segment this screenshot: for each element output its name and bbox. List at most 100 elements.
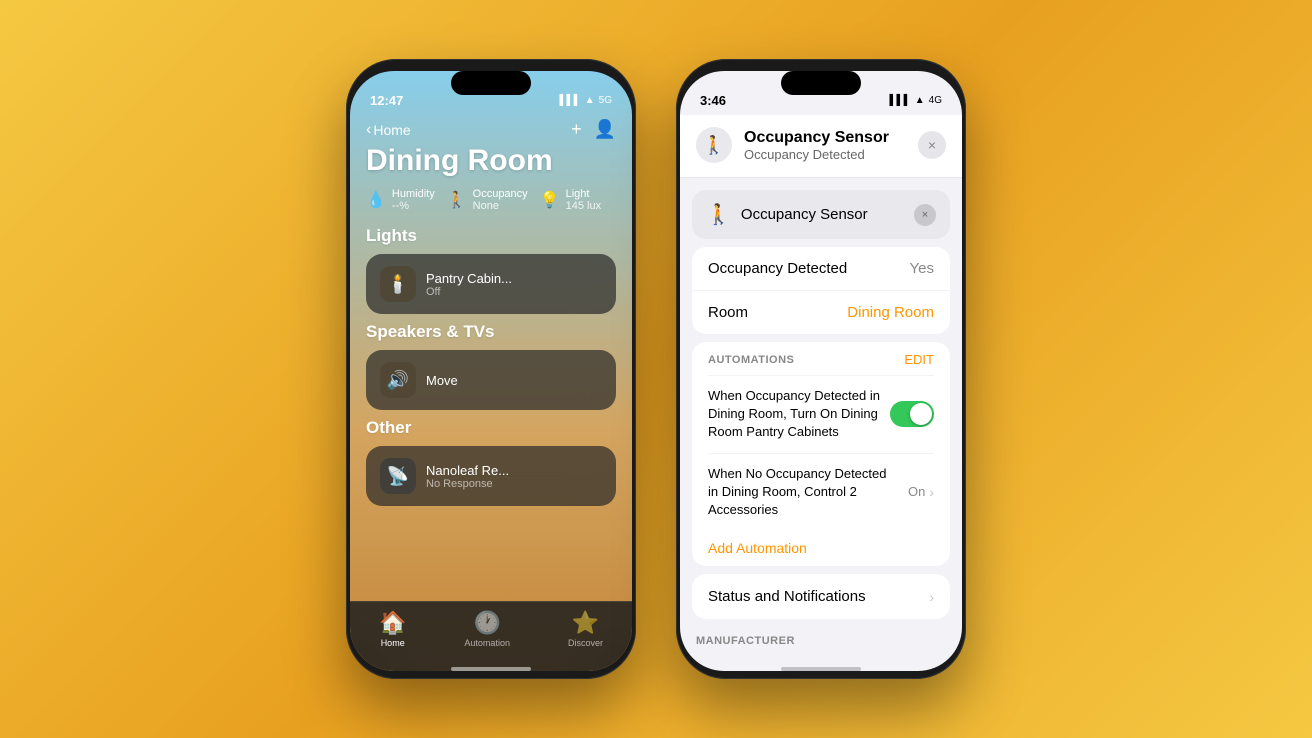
detail-close-button[interactable]: × xyxy=(918,131,946,159)
dynamic-island-2 xyxy=(781,71,861,95)
pantry-cabinet-card[interactable]: 🕯️ Pantry Cabin... Off xyxy=(366,254,616,314)
tab-automation[interactable]: 🕐 Automation xyxy=(464,610,510,648)
automation-row-2[interactable]: When No Occupancy Detected in Dining Roo… xyxy=(708,454,934,531)
status-time-2: 3:46 xyxy=(700,93,726,108)
pantry-info: Pantry Cabin... Off xyxy=(426,271,602,298)
humidity-label: Humidity xyxy=(392,188,435,200)
sensor-row-1: 💧 Humidity --% 🚶 Occupancy None 💡 xyxy=(366,188,616,212)
back-chevron-icon: ‹ xyxy=(366,121,371,139)
home-tab-label: Home xyxy=(381,638,405,648)
nanoleaf-status: No Response xyxy=(426,478,602,490)
sensor-card-label: Occupancy Sensor xyxy=(741,206,904,223)
manufacturer-title: MANUFACTURER xyxy=(692,627,950,651)
detail-subtitle: Occupancy Detected xyxy=(744,147,906,162)
sensor-card-icon: 🚶 xyxy=(706,202,731,227)
automations-title: AUTOMATIONS xyxy=(708,354,794,366)
status-row: Status and Notifications › xyxy=(692,574,950,619)
phone-2: 3:46 ▌▌▌ ▲ 4G 🚶 Occupancy Sensor Occupan… xyxy=(676,59,966,679)
battery-icon-2: 4G xyxy=(929,95,942,106)
home-indicator-1 xyxy=(451,667,531,671)
home-indicator-2 xyxy=(781,667,861,671)
humidity-sensor: 💧 Humidity --% xyxy=(366,188,435,212)
nanoleaf-card[interactable]: 📡 Nanoleaf Re... No Response xyxy=(366,446,616,506)
battery-icon-1: 5G xyxy=(599,95,612,106)
on-text-2: On xyxy=(908,484,925,499)
back-label-1: Home xyxy=(373,122,410,138)
nanoleaf-name: Nanoleaf Re... xyxy=(426,463,602,478)
nanoleaf-info: Nanoleaf Re... No Response xyxy=(426,463,602,490)
light-sensor-small: 💡 Light 145 lux xyxy=(540,188,601,212)
status-notifications-section[interactable]: Status and Notifications › xyxy=(692,574,950,619)
toggle-knob-1 xyxy=(910,403,932,425)
people-icon-1[interactable]: 👤 xyxy=(594,119,616,140)
humidity-value: --% xyxy=(392,200,435,212)
automation-row-1[interactable]: When Occupancy Detected in Dining Room, … xyxy=(708,376,934,454)
add-icon-1[interactable]: + xyxy=(571,119,582,140)
detail-header: 🚶 Occupancy Sensor Occupancy Detected × xyxy=(680,115,962,178)
occupancy-label-small: Occupancy xyxy=(473,188,528,200)
speaker-icon-wrap: 🔊 xyxy=(380,362,416,398)
humidity-icon: 💧 xyxy=(366,190,386,210)
pantry-name: Pantry Cabin... xyxy=(426,271,602,286)
tab-discover[interactable]: ⭐ Discover xyxy=(568,610,603,648)
status-notifications-label: Status and Notifications xyxy=(708,588,866,605)
move-speaker-card[interactable]: 🔊 Move xyxy=(366,350,616,410)
phone-1: 12:47 ▌▌▌ ▲ 5G ‹ Home + 👤 Dining Room xyxy=(346,59,636,679)
light-value-small: 145 lux xyxy=(566,200,601,212)
other-section-title: Other xyxy=(366,418,616,438)
occupancy-sensor-small: 🚶 Occupancy None xyxy=(447,188,528,212)
nanoleaf-icon-wrap: 📡 xyxy=(380,458,416,494)
sensor-card-close-button[interactable]: × xyxy=(914,204,936,226)
automations-header: AUTOMATIONS EDIT xyxy=(708,342,934,376)
tab-home[interactable]: 🏠 Home xyxy=(379,610,406,648)
detail-header-icon: 🚶 xyxy=(696,127,732,163)
wifi-icon-1: ▲ xyxy=(585,95,595,106)
light-icon-small: 💡 xyxy=(540,190,560,210)
room-value: Dining Room xyxy=(847,304,934,321)
pantry-icon-wrap: 🕯️ xyxy=(380,266,416,302)
room-row[interactable]: Room Dining Room xyxy=(692,291,950,334)
wifi-icon-2: ▲ xyxy=(915,95,925,106)
light-label-small: Light xyxy=(566,188,601,200)
phone1-content: ‹ Home + 👤 Dining Room 💧 Humidity --% xyxy=(350,115,632,506)
status-icons-1: ▌▌▌ ▲ 5G xyxy=(559,95,612,106)
status-icons-2: ▌▌▌ ▲ 4G xyxy=(889,95,942,106)
occupancy-detected-row: Occupancy Detected Yes xyxy=(692,247,950,291)
occupancy-value-small: None xyxy=(473,200,528,212)
automation-tab-icon: 🕐 xyxy=(473,610,500,636)
nav-bar-1: ‹ Home + 👤 xyxy=(366,115,616,142)
automation-on-chevron-2: On › xyxy=(908,484,934,500)
automations-section: AUTOMATIONS EDIT When Occupancy Detected… xyxy=(692,342,950,566)
discover-tab-icon: ⭐ xyxy=(572,610,599,636)
manufacturer-section: MANUFACTURER xyxy=(692,627,950,655)
speaker-name: Move xyxy=(426,373,602,388)
automation-text-1: When Occupancy Detected in Dining Room, … xyxy=(708,387,880,442)
detail-title: Occupancy Sensor xyxy=(744,129,906,147)
occupancy-detected-value: Yes xyxy=(910,260,934,277)
signal-icon-1: ▌▌▌ xyxy=(559,95,580,106)
back-button-1[interactable]: ‹ Home xyxy=(366,121,411,139)
tab-bar-1: 🏠 Home 🕐 Automation ⭐ Discover xyxy=(350,601,632,671)
automation-text-2: When No Occupancy Detected in Dining Roo… xyxy=(708,465,898,520)
dynamic-island-1 xyxy=(451,71,531,95)
occupancy-detected-label: Occupancy Detected xyxy=(708,260,847,277)
lights-section-title: Lights xyxy=(366,226,616,246)
detail-title-wrap: Occupancy Sensor Occupancy Detected xyxy=(744,129,906,162)
chevron-right-icon-2: › xyxy=(929,484,934,500)
occupancy-icon-small: 🚶 xyxy=(447,190,467,210)
automation-toggle-1[interactable] xyxy=(890,401,934,427)
home-tab-icon: 🏠 xyxy=(379,610,406,636)
occupancy-sensor-card: 🚶 Occupancy Sensor × xyxy=(692,190,950,239)
signal-icon-2: ▌▌▌ xyxy=(889,95,910,106)
nav-actions-1: + 👤 xyxy=(571,119,616,140)
info-section: Occupancy Detected Yes Room Dining Room xyxy=(692,247,950,334)
status-chevron-icon: › xyxy=(929,589,934,605)
speaker-info: Move xyxy=(426,373,602,388)
status-time-1: 12:47 xyxy=(370,93,403,108)
automations-edit-button[interactable]: EDIT xyxy=(904,352,934,367)
add-automation-button[interactable]: Add Automation xyxy=(708,530,934,566)
speakers-section-title: Speakers & TVs xyxy=(366,322,616,342)
pantry-status: Off xyxy=(426,286,602,298)
room-label: Room xyxy=(708,304,748,321)
phone2-screen: 3:46 ▌▌▌ ▲ 4G 🚶 Occupancy Sensor Occupan… xyxy=(680,71,962,671)
